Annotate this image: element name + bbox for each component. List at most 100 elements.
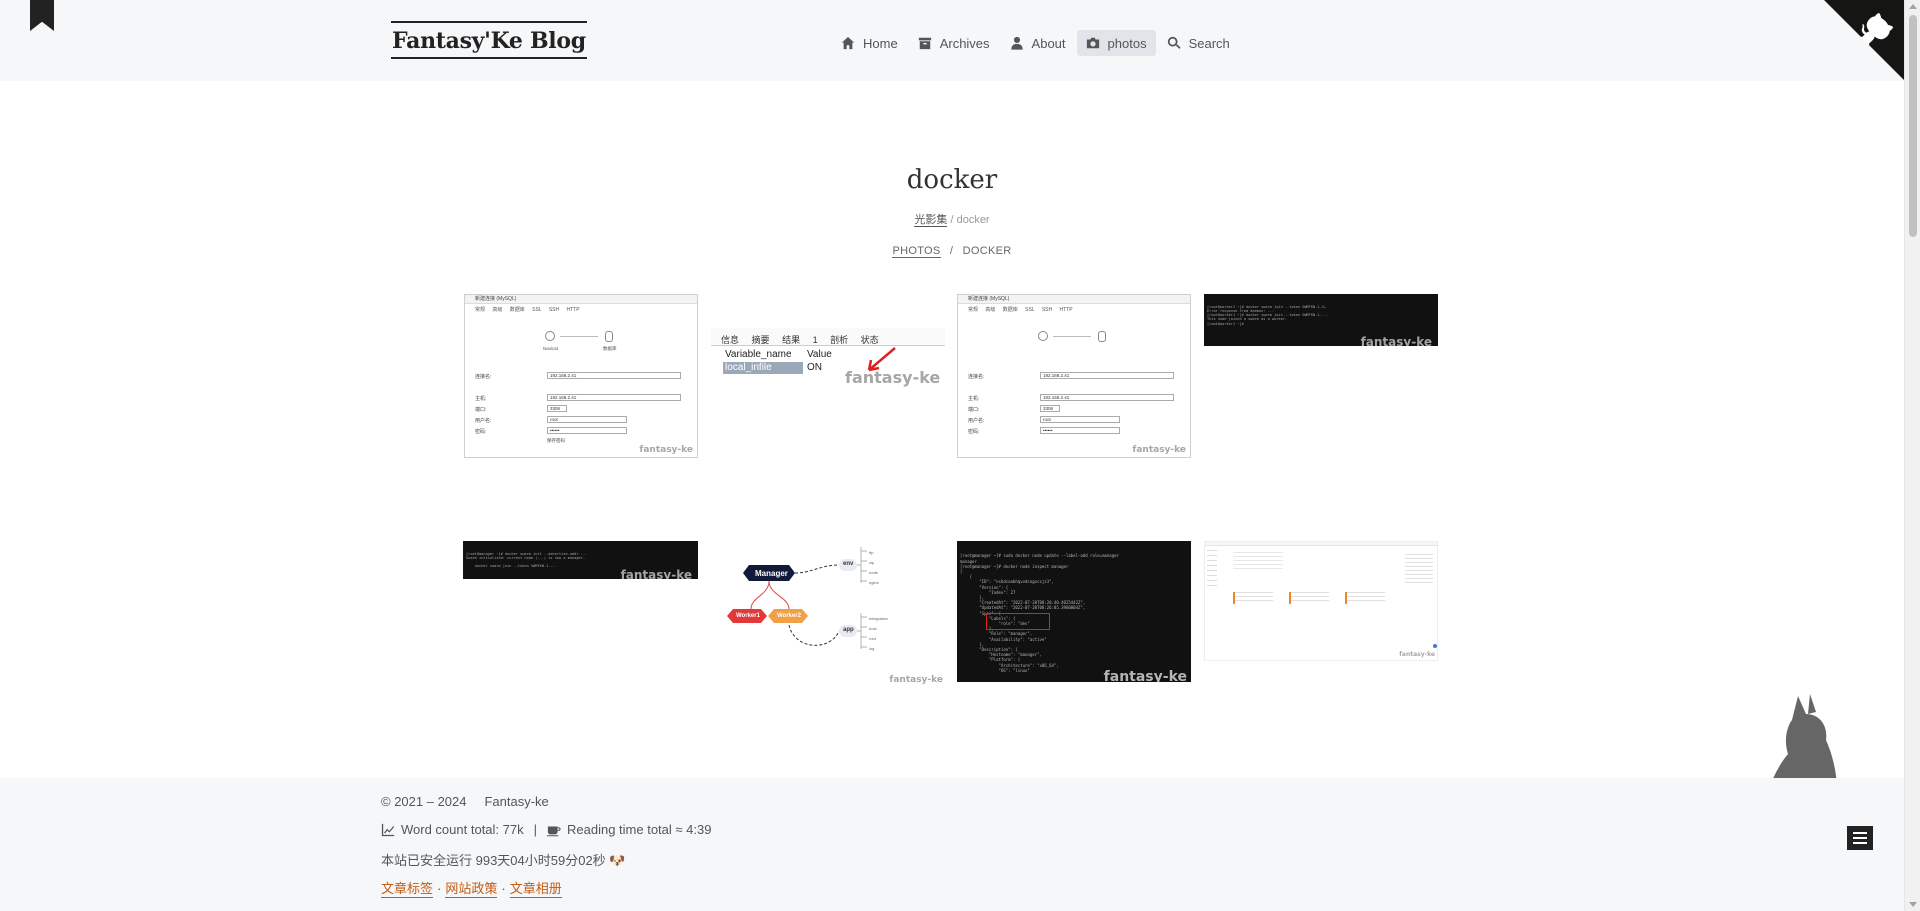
footer-runtime: 本站已安全运行 993天04小时59分02秒 🐶 xyxy=(381,853,626,868)
sidebar-toggle-button[interactable] xyxy=(1847,826,1873,850)
scroll-thumb[interactable] xyxy=(1909,15,1917,237)
menu-bar-3 xyxy=(1853,842,1867,844)
env-item-4: nginx xyxy=(869,580,879,585)
dialog3-label-password: 密码: xyxy=(968,429,980,435)
col-header-variable: Variable_name xyxy=(725,349,792,360)
manager-worker-links xyxy=(750,580,790,610)
breadcrumb-en: PHOTOS / DOCKER xyxy=(0,245,1904,258)
bookmark-icon[interactable] xyxy=(30,0,54,31)
nav-about[interactable]: About xyxy=(1001,30,1075,56)
footer-link-album[interactable]: 文章相册 xyxy=(509,878,562,898)
dialog3-label-user: 用户名: xyxy=(968,418,985,424)
dialog-tabs: 常规 高级 数据库 SSL SSH HTTP xyxy=(475,307,580,313)
gallery-photo-7[interactable]: [root@manager ~]# sudo docker node updat… xyxy=(957,541,1191,682)
footer-link-sep-2: · xyxy=(501,880,506,896)
dialog-field-password: •••••• xyxy=(547,427,627,434)
dialog3-tabs: 常规 高级 数据库 SSL SSH HTTP xyxy=(968,307,1073,313)
archive-icon xyxy=(918,37,931,50)
dialog3-field-name: 192.168.2.41 xyxy=(1040,372,1174,379)
diagram-worker2-label: Worker2 xyxy=(777,613,801,619)
nav-archives-label: Archives xyxy=(939,35,990,51)
watermark-8: fantasy-ke xyxy=(1399,651,1435,658)
menu-bar-1 xyxy=(1853,832,1867,834)
dialog-field-port: 3306 xyxy=(547,405,567,412)
dialog3-title: 新建连接 (MySQL) xyxy=(958,295,1190,304)
nav-about-label: About xyxy=(1031,35,1066,51)
dialog-icon-label-1: Navicat xyxy=(543,346,559,351)
nav-search[interactable]: Search xyxy=(1158,30,1239,56)
dialog-label-password: 密码: xyxy=(475,429,487,435)
breadcrumb-en-parent[interactable]: PHOTOS xyxy=(892,245,941,258)
breadcrumb-cn-parent[interactable]: 光影集 xyxy=(914,214,948,227)
breadcrumb-cn-current: docker xyxy=(956,214,990,226)
navicat-icon xyxy=(545,331,555,341)
diagram-env-label: env xyxy=(843,561,854,567)
connector-line xyxy=(560,336,598,337)
nav-archives[interactable]: Archives xyxy=(909,30,999,56)
footer-link-policy[interactable]: 网站政策 xyxy=(445,878,498,898)
result-tab-2: 摘要 xyxy=(751,335,770,345)
watermark-6: fantasy-ke xyxy=(889,675,943,685)
dialog-title: 新建连接 (MySQL) xyxy=(465,295,697,304)
home-icon xyxy=(841,36,855,50)
result-tab-3: 结果 1 xyxy=(782,335,818,345)
footer-reading-time: Reading time total ≈ 4:39 xyxy=(567,822,712,837)
footer-link-tags[interactable]: 文章标签 xyxy=(381,878,434,898)
gallery-photo-1[interactable]: 新建连接 (MySQL) 常规 高级 数据库 SSL SSH HTTP Navi… xyxy=(464,294,698,458)
row-variable: local_infile xyxy=(723,362,803,374)
gallery-photo-6[interactable]: Manager Worker1 Worker2 env app ftp zip … xyxy=(711,541,945,687)
connector-line xyxy=(1053,336,1091,337)
dialog3-label-host: 主机: xyxy=(968,396,980,402)
terminal-output-4: [root@worker1 ~]# docker swarm join --to… xyxy=(1207,304,1329,326)
menu-bar-2 xyxy=(1853,837,1867,839)
dialog-save-password: 保存密码 xyxy=(547,438,565,443)
dash-card-5 xyxy=(1405,554,1433,584)
watermark-7: fantasy-ke xyxy=(1103,668,1187,682)
footer-runtime-line: 本站已安全运行 993天04小时59分02秒 🐶 xyxy=(381,850,625,869)
nav-photos[interactable]: photos xyxy=(1076,30,1156,56)
watermark-1: fantasy-ke xyxy=(639,445,693,455)
nav-search-label: Search xyxy=(1188,35,1230,51)
dash-card-1 xyxy=(1233,552,1283,572)
app-item-1: Integration xyxy=(869,616,888,621)
dialog-field-name: 192.168.2.41 xyxy=(547,372,681,379)
gallery-photo-3[interactable]: 新建连接 (MySQL) 常规 高级 数据库 SSL SSH HTTP 连接名:… xyxy=(957,294,1191,458)
footer-link-sep-1: · xyxy=(437,880,442,896)
diagram-app-label: app xyxy=(843,627,854,633)
watermark-2: fantasy-ke xyxy=(845,368,941,387)
main-nav: Home Archives About photos Search xyxy=(832,30,1239,56)
app-item-3: root xyxy=(869,636,876,641)
camera-icon xyxy=(1086,37,1099,49)
watermark-3: fantasy-ke xyxy=(1132,445,1186,455)
github-corner-icon[interactable] xyxy=(1824,0,1904,80)
breadcrumb-en-sep: / xyxy=(949,245,954,257)
scroll-up-arrow[interactable] xyxy=(1909,4,1917,9)
page-scrollbar[interactable] xyxy=(1904,0,1920,911)
database-icon xyxy=(1098,331,1106,342)
coffee-icon xyxy=(547,826,561,836)
gallery-photo-4[interactable]: [root@worker1 ~]# docker swarm join --to… xyxy=(1204,294,1438,346)
diagram-worker1-label: Worker1 xyxy=(736,613,760,619)
nav-photos-label: photos xyxy=(1107,35,1147,51)
row-value: ON xyxy=(807,362,822,373)
scroll-down-arrow[interactable] xyxy=(1909,902,1917,907)
result-tab-1: 信息 xyxy=(721,335,740,345)
dialog3-label-name: 连接名: xyxy=(968,374,985,380)
footer-author: Fantasy-ke xyxy=(484,794,549,809)
highlight-box xyxy=(986,613,1050,630)
dash-sidebar xyxy=(1207,550,1217,590)
dialog-icon-label-2: 数据库 xyxy=(603,346,617,351)
result-tabs: 信息 摘要 结果 1 剖析 状态 xyxy=(711,328,945,346)
nav-home[interactable]: Home xyxy=(832,30,907,56)
site-footer: © 2021 – 2024 Fantasy-ke Word count tota… xyxy=(0,778,1904,911)
dialog-label-user: 用户名: xyxy=(475,418,492,424)
gallery-photo-2[interactable]: 信息 摘要 结果 1 剖析 状态 Variable_name Value loc… xyxy=(711,294,945,394)
app-item-2: host xyxy=(869,626,877,631)
footer-links-line: 文章标签 · 网站政策 · 文章相册 xyxy=(381,878,562,898)
dash-card-2 xyxy=(1233,592,1273,604)
gallery-photo-5[interactable]: [root@manager ~]# docker swarm init --ad… xyxy=(463,541,698,579)
site-logo[interactable]: Fantasy'Ke Blog xyxy=(391,21,587,59)
dialog-label-name: 连接名: xyxy=(475,374,492,380)
gallery-photo-8[interactable]: fantasy-ke xyxy=(1204,541,1438,661)
dialog-label-host: 主机: xyxy=(475,396,487,402)
